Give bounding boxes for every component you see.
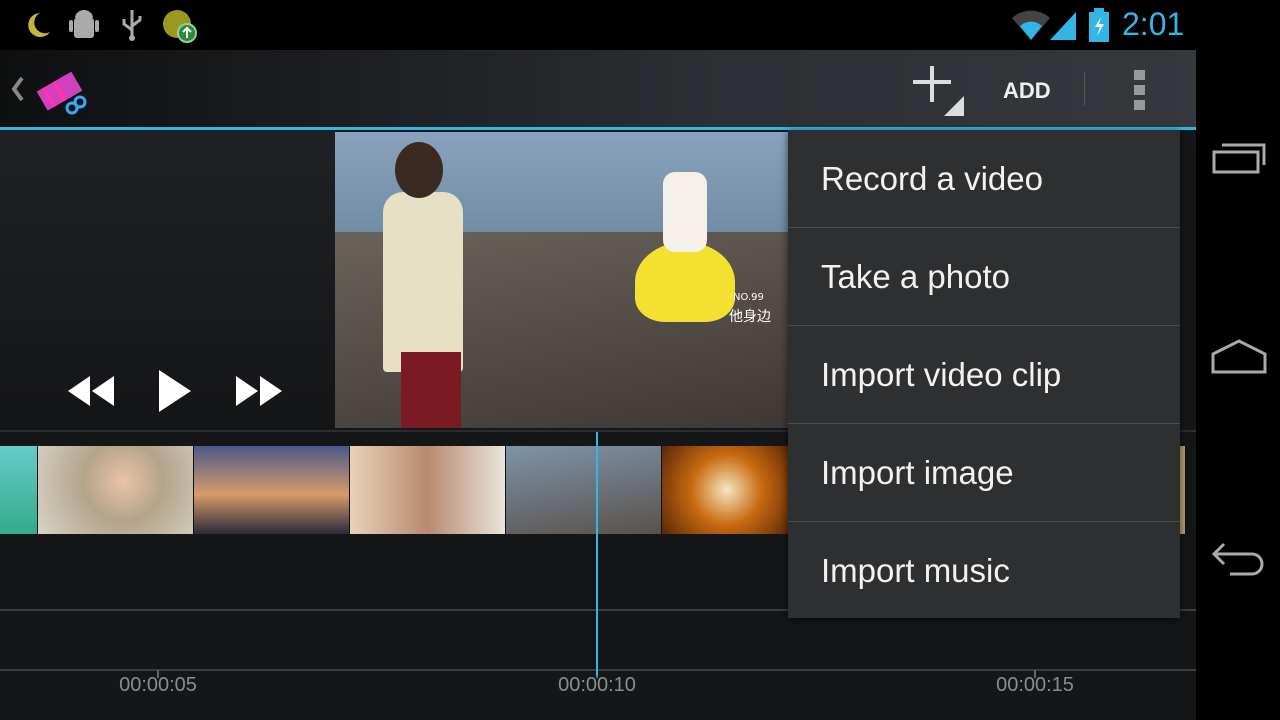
home-up-button[interactable]	[4, 50, 88, 127]
back-button[interactable]	[1210, 540, 1268, 578]
action-bar: ADD	[0, 50, 1196, 127]
back-chevron-icon	[11, 76, 24, 102]
wifi-icon	[1012, 10, 1050, 40]
divider	[1084, 72, 1085, 106]
time-label: 00:00:05	[119, 674, 197, 696]
navigation-bar	[1196, 0, 1280, 720]
usb-icon	[122, 10, 142, 41]
menu-item-record-video[interactable]: Record a video	[788, 130, 1180, 228]
clip-thumbnail[interactable]	[506, 446, 662, 534]
playback-controls-panel	[0, 130, 335, 430]
signal-icon	[1050, 12, 1076, 40]
video-caption: NO.99	[733, 292, 764, 303]
menu-item-import-video-clip[interactable]: Import video clip	[788, 326, 1180, 424]
person-figure	[383, 192, 463, 372]
video-preview[interactable]: NO.99 他身边	[335, 132, 790, 428]
clip-thumbnail[interactable]	[662, 446, 792, 534]
update-icon	[163, 10, 197, 43]
play-button[interactable]	[156, 368, 194, 414]
battery-charging-icon	[1089, 8, 1109, 42]
recent-apps-button[interactable]	[1212, 140, 1268, 176]
clock: 2:01	[1122, 6, 1185, 42]
clip-thumbnail[interactable]	[1180, 446, 1186, 534]
overflow-menu-icon[interactable]	[1130, 68, 1150, 112]
fast-forward-button[interactable]	[234, 374, 284, 408]
rewind-button[interactable]	[66, 374, 116, 408]
status-bar: 2:01	[0, 0, 1196, 50]
moon-icon	[28, 13, 50, 37]
menu-item-import-image[interactable]: Import image	[788, 424, 1180, 522]
clip-thumbnail[interactable]	[0, 446, 38, 534]
menu-item-import-music[interactable]: Import music	[788, 522, 1180, 620]
clip-thumbnail[interactable]	[350, 446, 506, 534]
time-label: 00:00:10	[558, 674, 636, 696]
clip-thumbnail[interactable]	[194, 446, 350, 534]
add-button[interactable]: ADD	[1003, 78, 1051, 104]
playhead[interactable]	[596, 432, 598, 676]
android-debug-icon	[69, 10, 99, 38]
menu-item-take-photo[interactable]: Take a photo	[788, 228, 1180, 326]
add-menu: Record a video Take a photo Import video…	[788, 130, 1180, 618]
add-plus-icon[interactable]	[910, 62, 968, 120]
time-label: 00:00:15	[996, 674, 1074, 696]
movie-studio-app-icon	[36, 71, 87, 115]
track-divider	[0, 669, 1196, 671]
clip-thumbnail[interactable]	[38, 446, 194, 534]
home-button[interactable]	[1210, 338, 1268, 376]
video-caption: 他身边	[729, 309, 771, 325]
